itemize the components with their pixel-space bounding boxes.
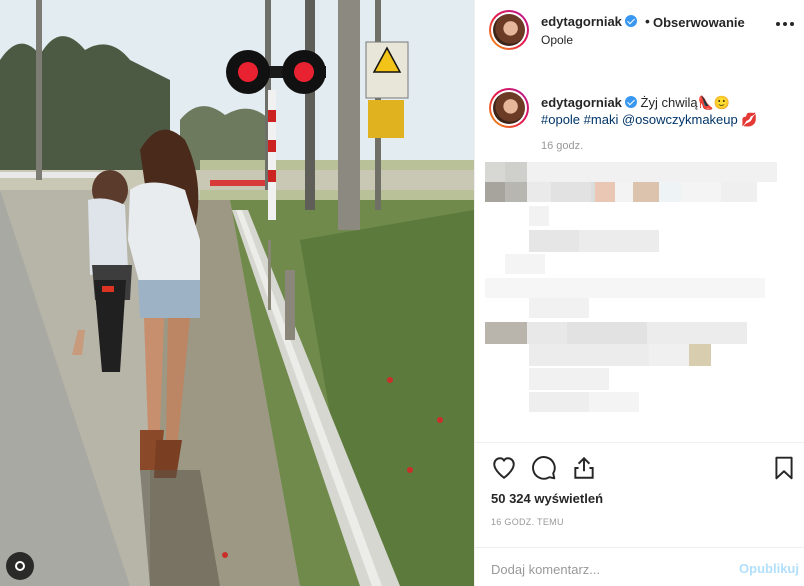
speaker-icon xyxy=(15,561,25,571)
more-options-icon[interactable] xyxy=(775,16,795,32)
location-link[interactable]: Opole xyxy=(541,33,573,47)
caption-text: Żyj chwilą xyxy=(640,95,698,110)
author-username[interactable]: edytagorniak xyxy=(541,14,622,29)
caption-emojis: 👠🙂 xyxy=(697,96,730,111)
caption-username[interactable]: edytagorniak xyxy=(541,95,622,110)
post-actions: 50 324 wyświetleń 16 GODZ. TEMU Opubliku… xyxy=(475,442,804,586)
video-sound-toggle[interactable] xyxy=(6,552,34,580)
pixelated-comments xyxy=(485,156,795,432)
separator-dot: • xyxy=(645,13,650,29)
pixelated-comments-mosaic xyxy=(485,162,777,412)
post-side-panel: edytagorniak • Obserwowanie Opole edytag… xyxy=(474,0,804,586)
heart-icon[interactable] xyxy=(491,455,517,481)
comment-form: Opublikuj xyxy=(475,547,804,586)
post-timestamp[interactable]: 16 GODZ. TEMU xyxy=(491,517,564,527)
comment-input[interactable] xyxy=(491,559,721,579)
verified-badge-icon xyxy=(624,96,637,108)
share-icon[interactable] xyxy=(571,455,597,481)
comment-icon[interactable] xyxy=(531,455,557,481)
following-button[interactable]: Obserwowanie xyxy=(653,15,745,30)
lips-emoji: 💋 xyxy=(741,113,758,128)
caption-timestamp[interactable]: 16 godz. xyxy=(541,140,583,152)
author-avatar[interactable] xyxy=(489,10,529,50)
video-frame xyxy=(0,0,474,586)
verified-badge-icon xyxy=(624,15,637,27)
caption-author-avatar[interactable] xyxy=(489,88,529,128)
caption-hashtags[interactable]: #opole #maki @osowczykmakeup xyxy=(541,112,738,127)
publish-comment-button[interactable]: Opublikuj xyxy=(739,561,799,576)
post-header: edytagorniak • Obserwowanie Opole xyxy=(475,0,804,86)
view-count[interactable]: 50 324 wyświetleń xyxy=(491,491,603,506)
post-media-video[interactable] xyxy=(0,0,474,586)
bookmark-icon[interactable] xyxy=(771,455,797,481)
